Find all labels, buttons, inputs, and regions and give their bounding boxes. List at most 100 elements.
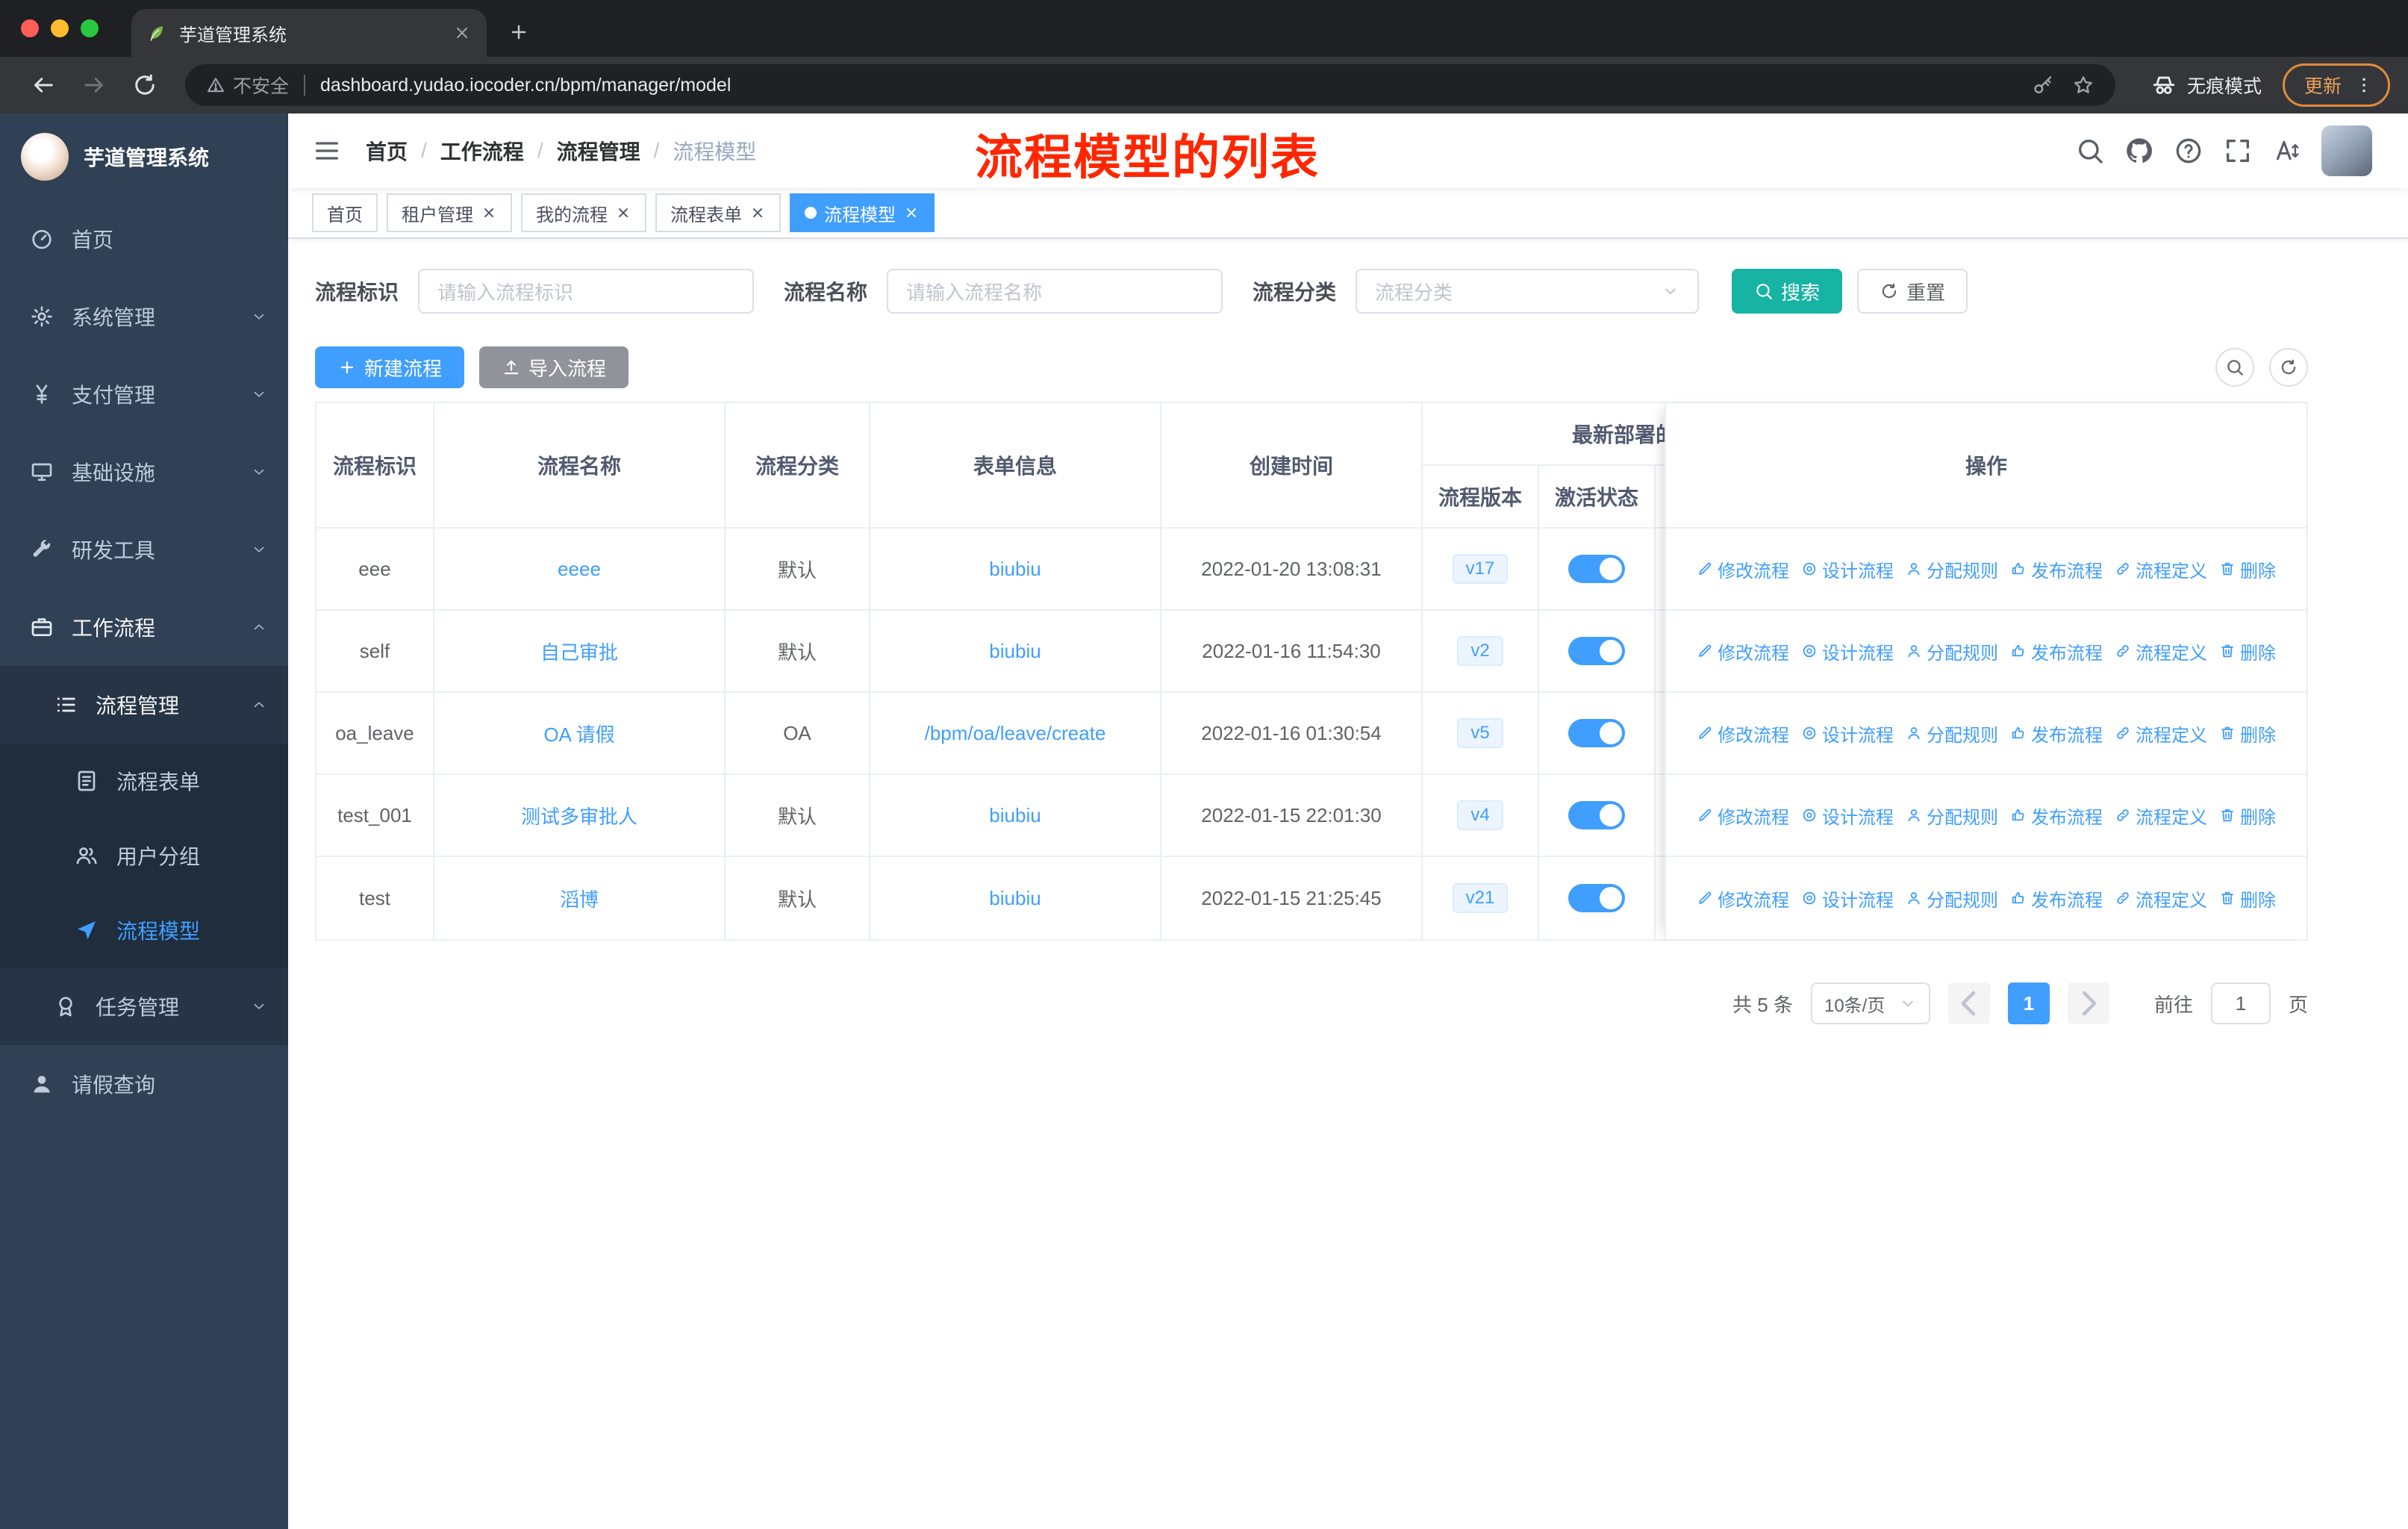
action-delete[interactable]: 删除 [2219,556,2276,582]
sidebar-item-task-management[interactable]: 任务管理 [0,968,288,1045]
sidebar-item-infrastructure[interactable]: 基础设施 [0,433,288,511]
tag-home[interactable]: 首页 [312,193,378,232]
goto-page-input[interactable]: 1 [2210,983,2271,1024]
next-page-button[interactable] [2067,983,2109,1024]
tag-tenant-management[interactable]: 租户管理 [387,193,512,232]
address-bar[interactable]: 不安全 dashboard.yudao.iocoder.cn/bpm/manag… [185,64,2115,106]
reset-button[interactable]: 重置 [1857,269,1968,314]
action-publish-process[interactable]: 发布流程 [2010,720,2103,747]
action-modify-process[interactable]: 修改流程 [1697,556,1789,582]
sidebar-item-system-management[interactable]: 系统管理 [0,278,288,355]
tag-my-process[interactable]: 我的流程 [521,193,646,232]
action-publish-process[interactable]: 发布流程 [2010,885,2103,912]
new-tab-button[interactable] [508,21,530,43]
active-toggle[interactable] [1568,884,1625,912]
process-category-select[interactable]: 流程分类 [1356,269,1700,314]
import-process-button[interactable]: 导入流程 [479,346,629,388]
zoom-window-button[interactable] [81,19,99,37]
action-process-definition[interactable]: 流程定义 [2115,556,2207,582]
url-text[interactable]: dashboard.yudao.iocoder.cn/bpm/manager/m… [320,75,731,96]
action-assign-rule[interactable]: 分配规则 [1906,885,1998,912]
action-process-definition[interactable]: 流程定义 [2115,638,2207,664]
action-process-definition[interactable]: 流程定义 [2115,803,2207,829]
refresh-table-button[interactable] [2269,348,2308,387]
tab-close-icon[interactable] [452,23,472,43]
action-process-definition[interactable]: 流程定义 [2115,720,2207,747]
process-name-link[interactable]: 测试多审批人 [521,802,637,829]
sidebar-item-user-group[interactable]: 用户分组 [0,818,288,893]
tag-close-icon[interactable] [903,205,920,221]
sidebar-item-home[interactable]: 首页 [0,200,288,278]
fullscreen-icon[interactable] [2223,136,2253,166]
process-name-link[interactable]: 滔博 [560,885,599,912]
action-design-process[interactable]: 设计流程 [1801,720,1894,747]
action-assign-rule[interactable]: 分配规则 [1906,638,1998,664]
search-button[interactable]: 搜索 [1732,269,1843,314]
form-info-link[interactable]: /bpm/oa/leave/create [925,722,1106,745]
forward-button[interactable] [81,72,107,99]
action-modify-process[interactable]: 修改流程 [1697,803,1789,829]
browser-tab[interactable]: 芋道管理系统 [131,9,487,57]
action-design-process[interactable]: 设计流程 [1801,885,1894,912]
action-assign-rule[interactable]: 分配规则 [1906,803,1998,829]
process-name-link[interactable]: 自己审批 [540,638,618,665]
reload-button[interactable] [131,72,158,99]
sidebar-item-process-model[interactable]: 流程模型 [0,893,288,968]
form-info-link[interactable]: biubiu [989,558,1041,581]
back-button[interactable] [30,72,57,99]
action-modify-process[interactable]: 修改流程 [1697,638,1789,664]
active-toggle[interactable] [1568,637,1625,665]
help-icon[interactable] [2174,136,2203,166]
breadcrumb-item[interactable]: 首页 [366,136,408,166]
action-modify-process[interactable]: 修改流程 [1697,720,1789,747]
font-size-icon[interactable] [2272,136,2302,166]
action-publish-process[interactable]: 发布流程 [2010,556,2103,582]
action-design-process[interactable]: 设计流程 [1801,556,1894,582]
tag-close-icon[interactable] [749,205,766,221]
github-icon[interactable] [2124,136,2154,166]
breadcrumb-item[interactable]: 流程管理 [557,136,640,166]
sidebar-item-dev-tools[interactable]: 研发工具 [0,511,288,588]
tag-process-form[interactable]: 流程表单 [655,193,781,232]
form-info-link[interactable]: biubiu [989,640,1041,663]
action-delete[interactable]: 删除 [2219,885,2276,912]
action-assign-rule[interactable]: 分配规则 [1906,556,1998,582]
process-name-link[interactable]: OA 请假 [543,720,614,747]
form-info-link[interactable]: biubiu [989,804,1041,827]
user-avatar[interactable] [2321,125,2372,176]
action-delete[interactable]: 删除 [2219,720,2276,747]
sidebar-item-process-management[interactable]: 流程管理 [0,666,288,744]
sidebar-item-process-form[interactable]: 流程表单 [0,744,288,818]
minimize-window-button[interactable] [51,19,69,37]
sidebar-item-leave-query[interactable]: 请假查询 [0,1045,288,1123]
action-delete[interactable]: 删除 [2219,803,2276,829]
process-name-input[interactable]: 请输入流程名称 [887,269,1223,314]
sidebar-item-workflow[interactable]: 工作流程 [0,588,288,666]
action-assign-rule[interactable]: 分配规则 [1906,720,1998,747]
sidebar-item-payment-management[interactable]: 支付管理 [0,355,288,433]
search-icon[interactable] [2075,136,2105,166]
tag-close-icon[interactable] [615,205,631,221]
tag-close-icon[interactable] [481,205,497,221]
breadcrumb-item[interactable]: 工作流程 [440,136,524,166]
bookmark-star-icon[interactable] [2072,74,2094,96]
close-window-button[interactable] [21,19,39,37]
password-key-icon[interactable] [2032,74,2054,96]
update-button[interactable]: 更新 [2282,63,2390,107]
action-modify-process[interactable]: 修改流程 [1697,885,1789,912]
prev-page-button[interactable] [1947,983,1990,1024]
action-publish-process[interactable]: 发布流程 [2010,803,2103,829]
active-toggle[interactable] [1568,719,1625,747]
browser-menu-icon[interactable] [2354,75,2374,96]
sidebar-toggle-icon[interactable] [312,136,342,166]
process-name-link[interactable]: eeee [558,558,601,581]
action-delete[interactable]: 删除 [2219,638,2276,664]
tag-process-model[interactable]: 流程模型 [790,193,935,232]
action-process-definition[interactable]: 流程定义 [2115,885,2207,912]
page-size-select[interactable]: 10条/页 [1810,983,1930,1024]
process-key-input[interactable]: 请输入流程标识 [418,269,755,314]
page-number-button[interactable]: 1 [2007,983,2050,1024]
security-warning[interactable]: 不安全 [206,72,289,99]
active-toggle[interactable] [1568,801,1625,829]
toggle-search-button[interactable] [2215,348,2254,387]
